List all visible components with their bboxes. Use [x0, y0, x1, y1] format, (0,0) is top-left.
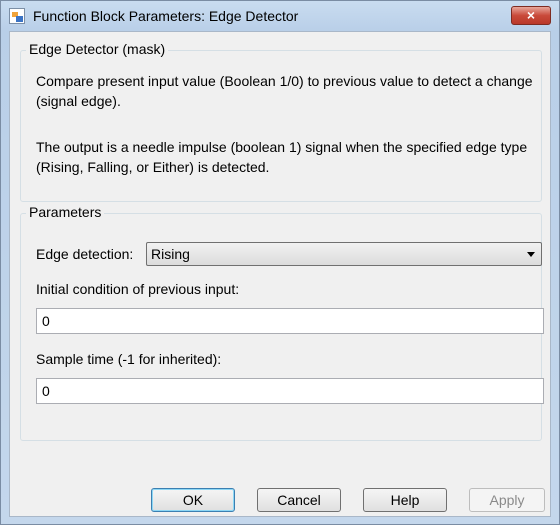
mask-description-line1: Compare present input value (Boolean 1/0…	[36, 73, 533, 109]
chevron-down-icon	[527, 252, 535, 257]
title-bar[interactable]: Function Block Parameters: Edge Detector…	[1, 1, 559, 31]
parameters-group: Parameters Edge detection: Rising Initia…	[20, 204, 544, 441]
simulink-block-icon	[9, 8, 25, 24]
initial-condition-label: Initial condition of previous input:	[36, 281, 240, 297]
apply-button[interactable]: Apply	[469, 488, 545, 512]
dialog-window: Function Block Parameters: Edge Detector…	[0, 0, 560, 525]
cancel-button[interactable]: Cancel	[257, 488, 341, 512]
edge-detection-value: Rising	[151, 246, 190, 262]
window-title: Function Block Parameters: Edge Detector	[33, 8, 299, 24]
dialog-client-area: Edge Detector (mask) Compare present inp…	[9, 31, 551, 517]
edge-detection-select[interactable]: Rising	[146, 242, 542, 266]
mask-group-legend: Edge Detector (mask)	[26, 41, 169, 57]
sample-time-input[interactable]: 0	[36, 378, 544, 404]
edge-detection-label: Edge detection:	[36, 246, 134, 262]
sample-time-label: Sample time (-1 for inherited):	[36, 351, 222, 367]
help-button[interactable]: Help	[363, 488, 447, 512]
initial-condition-input[interactable]: 0	[36, 308, 544, 334]
mask-description-line2: The output is a needle impulse (boolean …	[36, 139, 528, 175]
mask-description-group: Edge Detector (mask) Compare present inp…	[20, 41, 542, 202]
parameters-legend: Parameters	[26, 204, 105, 220]
close-button[interactable]: ×	[511, 6, 551, 25]
ok-button[interactable]: OK	[151, 488, 235, 512]
